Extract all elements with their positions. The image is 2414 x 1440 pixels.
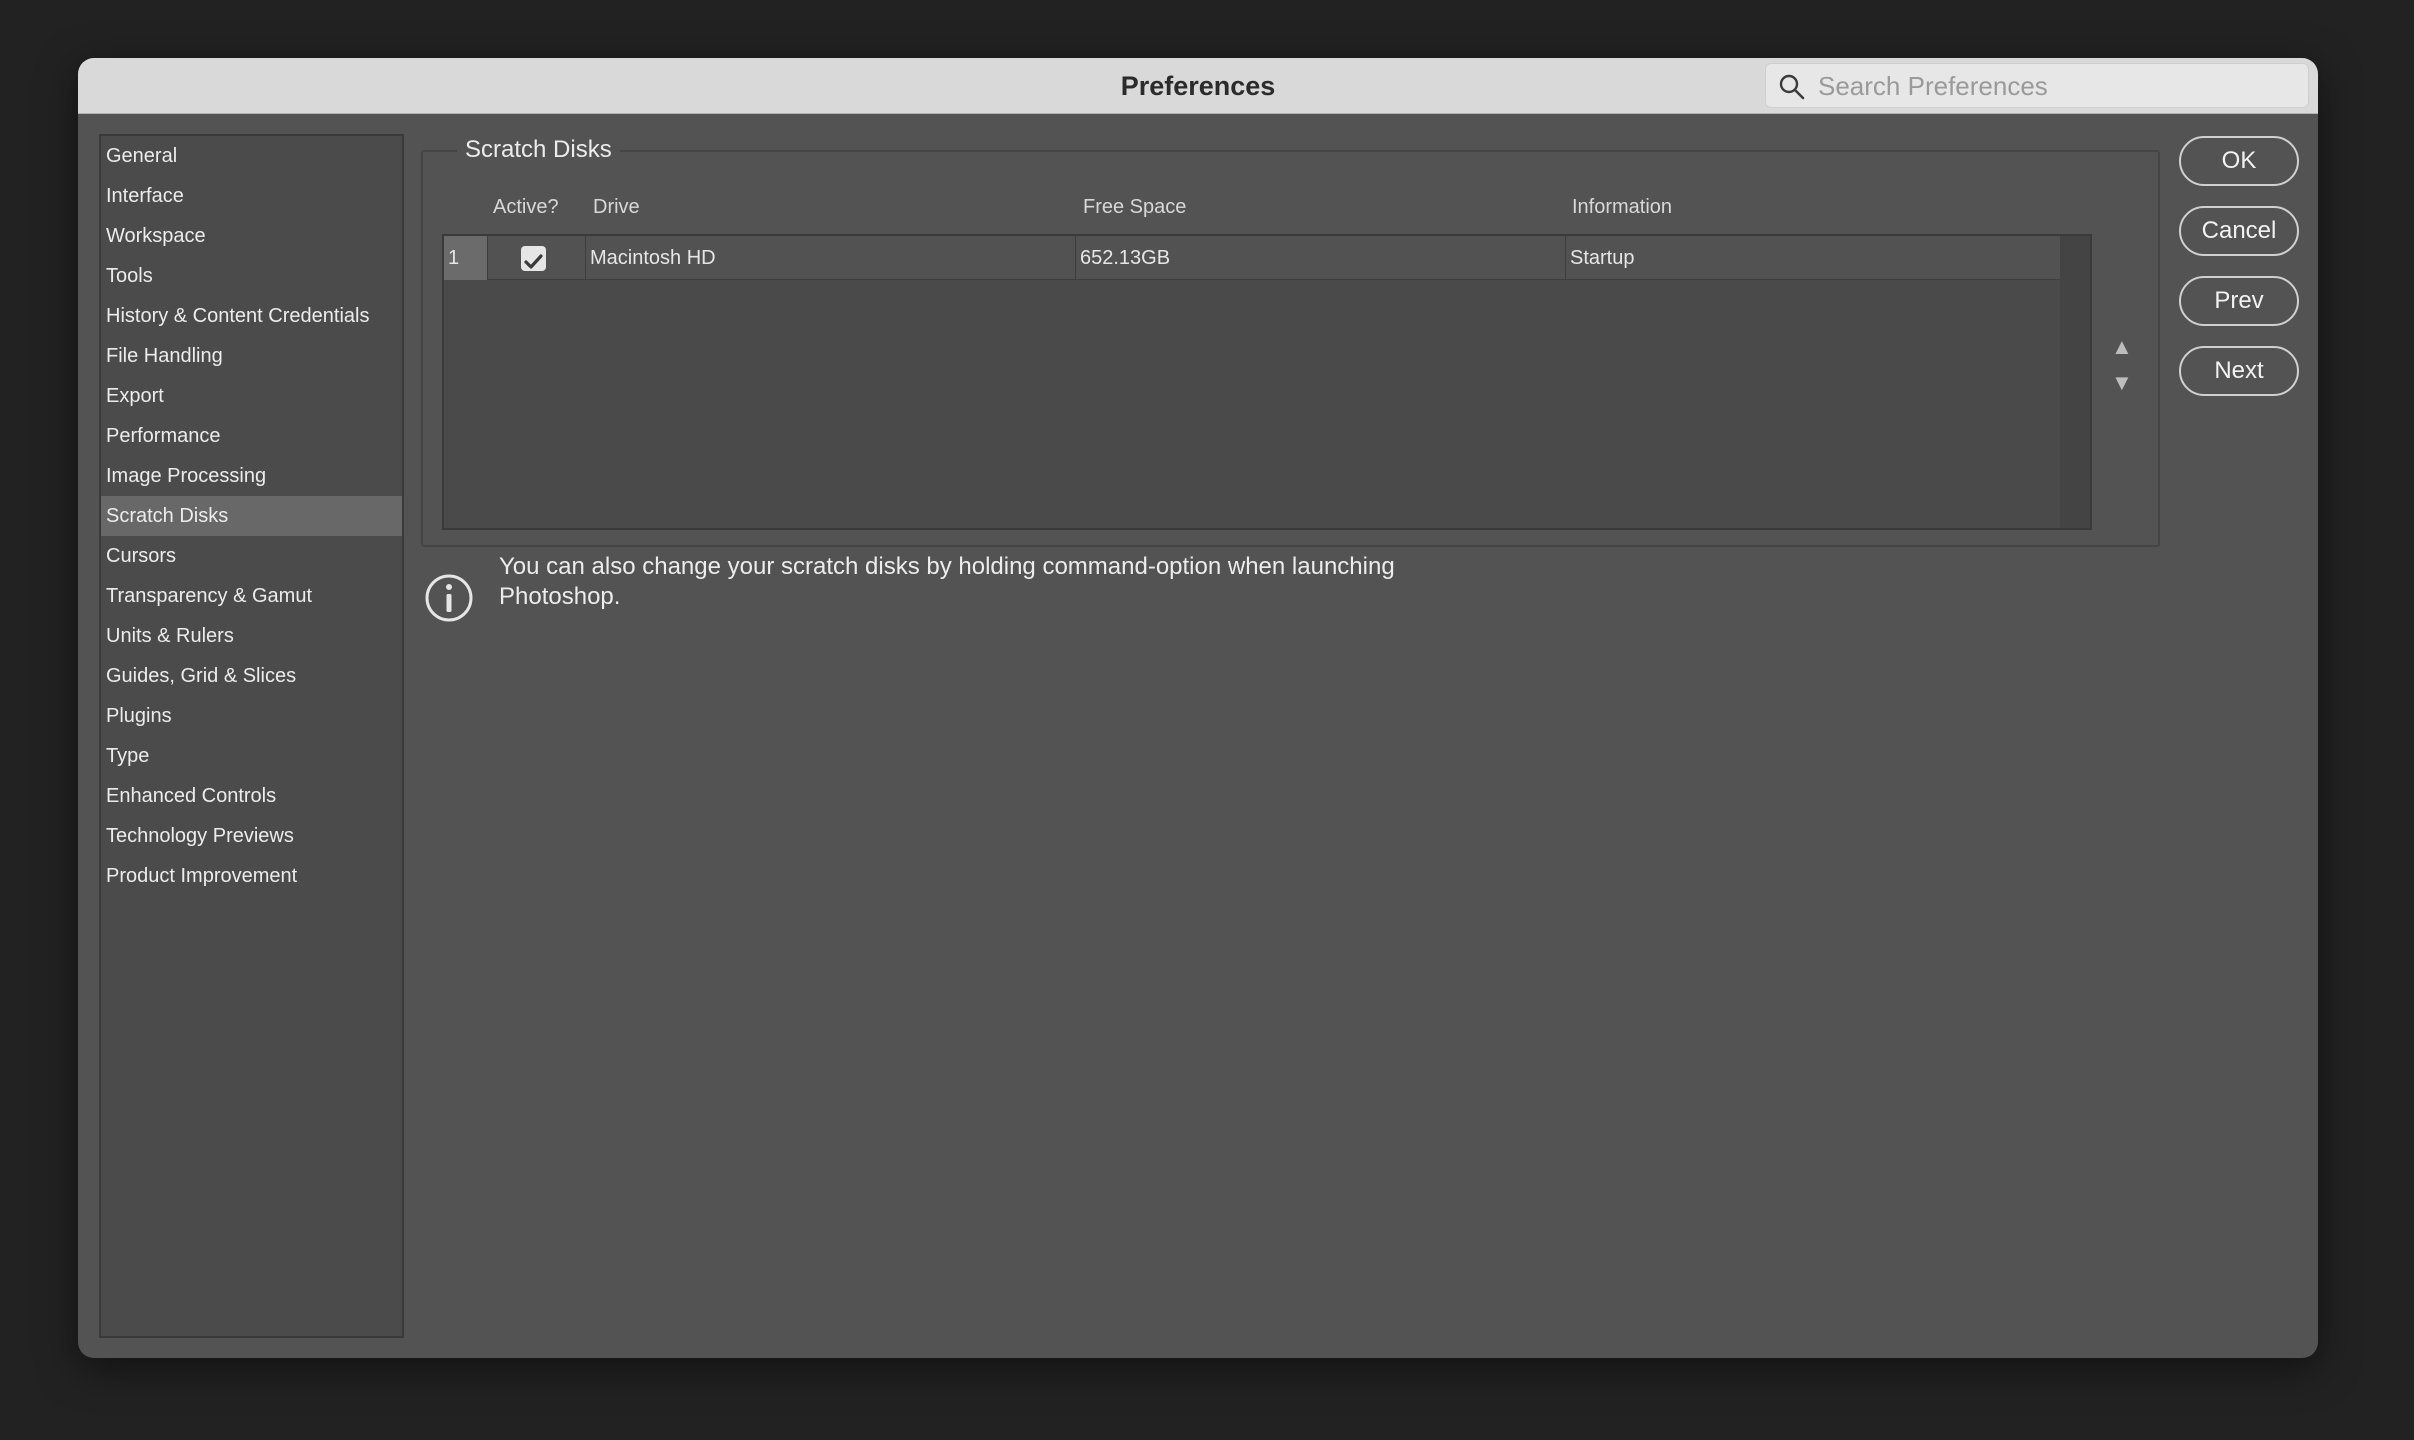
sidebar-item-scratch-disks[interactable]: Scratch Disks [101, 496, 402, 536]
scratch-disks-group: Scratch Disks Active? Drive Free Space I… [421, 136, 2160, 547]
scratch-disk-list[interactable]: 1 Macintosh HD 652.13GB Startup [442, 234, 2092, 530]
sidebar-item-product-improvement[interactable]: Product Improvement [101, 856, 402, 896]
sidebar-item-technology-previews[interactable]: Technology Previews [101, 816, 402, 856]
info-icon [425, 574, 473, 622]
group-title: Scratch Disks [457, 136, 620, 164]
preferences-sidebar: General Interface Workspace Tools Histor… [99, 134, 404, 1338]
checkmark-icon [524, 254, 543, 269]
table-row[interactable]: 1 Macintosh HD 652.13GB Startup [444, 236, 2060, 280]
drive-cell: Macintosh HD [586, 236, 1076, 280]
information-cell: Startup [1570, 247, 1635, 269]
move-down-arrow-icon[interactable]: ▼ [2111, 370, 2133, 396]
row-index: 1 [444, 236, 488, 280]
next-button[interactable]: Next [2179, 346, 2299, 396]
search-icon [1779, 74, 1805, 100]
sidebar-item-export[interactable]: Export [101, 376, 402, 416]
sidebar-item-units-rulers[interactable]: Units & Rulers [101, 616, 402, 656]
preferences-window: Preferences General Interface Workspace … [78, 58, 2318, 1358]
sidebar-item-guides-grid-slices[interactable]: Guides, Grid & Slices [101, 656, 402, 696]
sidebar-item-general[interactable]: General [101, 136, 402, 176]
column-header-free-space: Free Space [1083, 196, 1187, 218]
cancel-button[interactable]: Cancel [2179, 206, 2299, 256]
sidebar-item-enhanced-controls[interactable]: Enhanced Controls [101, 776, 402, 816]
sidebar-item-plugins[interactable]: Plugins [101, 696, 402, 736]
sidebar-item-history-content-credentials[interactable]: History & Content Credentials [101, 296, 402, 336]
active-cell [488, 236, 586, 280]
list-scrollbar[interactable] [2060, 236, 2090, 528]
search-input[interactable] [1818, 68, 2298, 104]
sidebar-item-cursors[interactable]: Cursors [101, 536, 402, 576]
sidebar-item-performance[interactable]: Performance [101, 416, 402, 456]
info-message: You can also change your scratch disks b… [499, 553, 1395, 610]
sidebar-item-type[interactable]: Type [101, 736, 402, 776]
sidebar-item-workspace[interactable]: Workspace [101, 216, 402, 256]
sidebar-item-file-handling[interactable]: File Handling [101, 336, 402, 376]
ok-button[interactable]: OK [2179, 136, 2299, 186]
move-up-arrow-icon[interactable]: ▲ [2111, 334, 2133, 360]
column-header-drive: Drive [593, 196, 640, 218]
sidebar-item-transparency-gamut[interactable]: Transparency & Gamut [101, 576, 402, 616]
free-space-cell: 652.13GB [1076, 236, 1566, 280]
sidebar-item-tools[interactable]: Tools [101, 256, 402, 296]
sidebar-item-image-processing[interactable]: Image Processing [101, 456, 402, 496]
search-box[interactable] [1765, 63, 2309, 108]
column-header-active: Active? [493, 196, 559, 218]
prev-button[interactable]: Prev [2179, 276, 2299, 326]
title-bar: Preferences [78, 58, 2318, 114]
sidebar-item-interface[interactable]: Interface [101, 176, 402, 216]
active-checkbox[interactable] [521, 246, 546, 271]
column-header-information: Information [1572, 196, 1673, 218]
